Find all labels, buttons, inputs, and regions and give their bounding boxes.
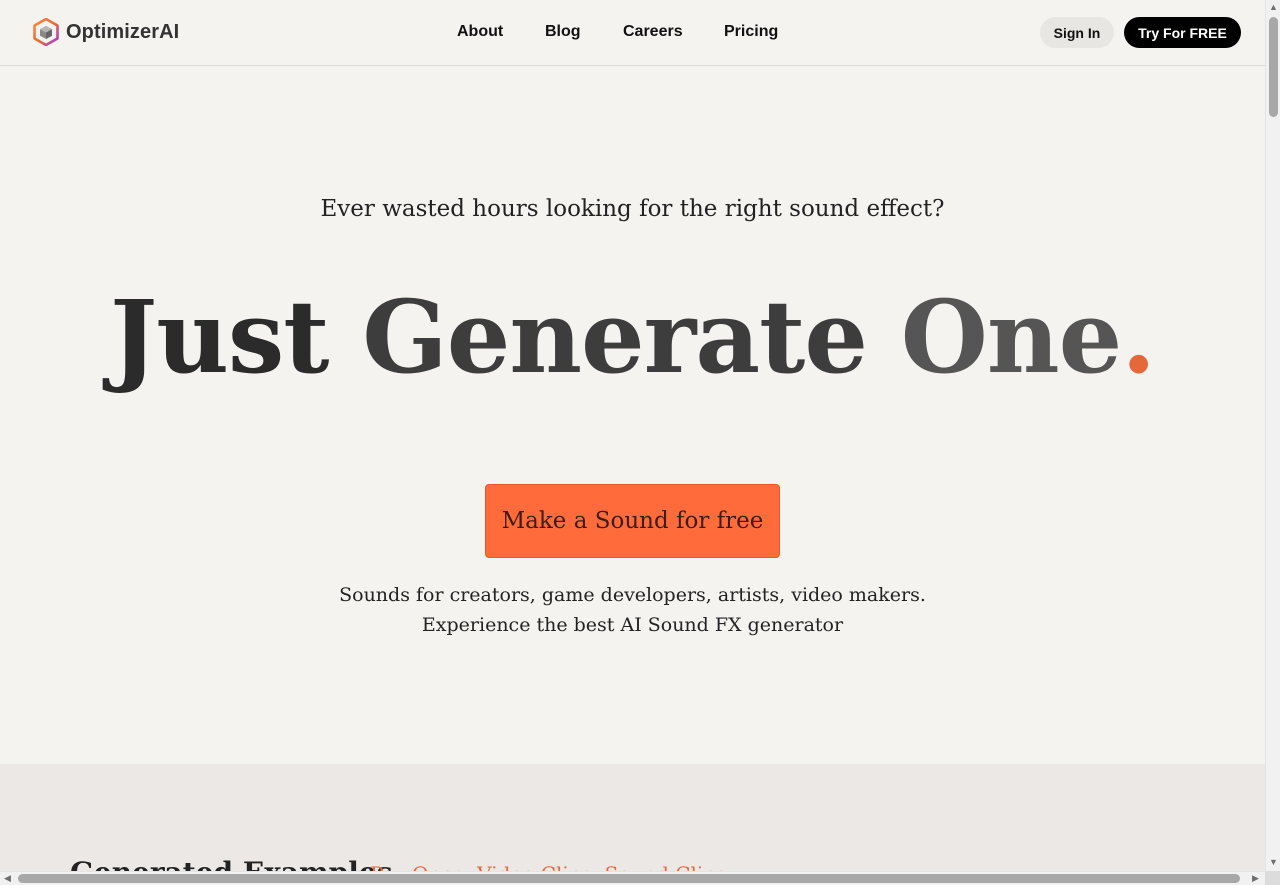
examples-tagline: Pay Once, Video Clips, Sound Clips (370, 862, 726, 871)
scroll-down-arrow-icon[interactable]: ▼ (1269, 858, 1278, 867)
examples-title: Generated Examples (70, 856, 392, 871)
site-header: OptimizerAI About Blog Careers Pricing S… (0, 0, 1265, 66)
vertical-scrollbar[interactable]: ▲ ▼ (1265, 0, 1280, 871)
hero-subtitle: Sounds for creators, game developers, ar… (0, 580, 1265, 640)
scroll-left-arrow-icon[interactable]: ◀ (4, 874, 11, 883)
brand-name: OptimizerAI (66, 20, 180, 43)
brand-logo[interactable]: OptimizerAI (33, 18, 179, 46)
horizontal-scrollbar[interactable]: ◀ ▶ (0, 871, 1265, 885)
hero-headline: Just Generate One. (0, 278, 1265, 396)
make-sound-button[interactable]: Make a Sound for free (485, 484, 780, 558)
page: OptimizerAI About Blog Careers Pricing S… (0, 0, 1265, 871)
nav-link-blog[interactable]: Blog (545, 23, 623, 41)
headline-word-one: One (900, 278, 1122, 396)
hexagon-cube-icon (33, 18, 59, 46)
nav-link-pricing[interactable]: Pricing (724, 23, 794, 41)
subtitle-line-1: Sounds for creators, game developers, ar… (339, 584, 926, 606)
headline-word-just: Just (109, 278, 330, 396)
main-nav: About Blog Careers Pricing (457, 23, 794, 41)
scroll-right-arrow-icon[interactable]: ▶ (1252, 874, 1259, 883)
nav-link-about[interactable]: About (457, 23, 545, 41)
subtitle-line-2: Experience the best AI Sound FX generato… (421, 614, 844, 636)
scroll-up-arrow-icon[interactable]: ▲ (1269, 3, 1278, 12)
headline-word-generate: Generate (362, 278, 868, 396)
examples-section: Generated Examples Pay Once, Video Clips… (0, 764, 1265, 871)
vertical-scroll-thumb[interactable] (1269, 17, 1278, 117)
nav-link-careers[interactable]: Careers (623, 23, 724, 41)
horizontal-scroll-thumb[interactable] (18, 874, 1240, 883)
sign-in-button[interactable]: Sign In (1040, 17, 1114, 48)
headline-accent-dot: . (1121, 278, 1156, 396)
scrollbar-corner (1265, 871, 1280, 885)
try-free-button[interactable]: Try For FREE (1124, 17, 1241, 48)
hero-kicker: Ever wasted hours looking for the right … (320, 196, 945, 222)
